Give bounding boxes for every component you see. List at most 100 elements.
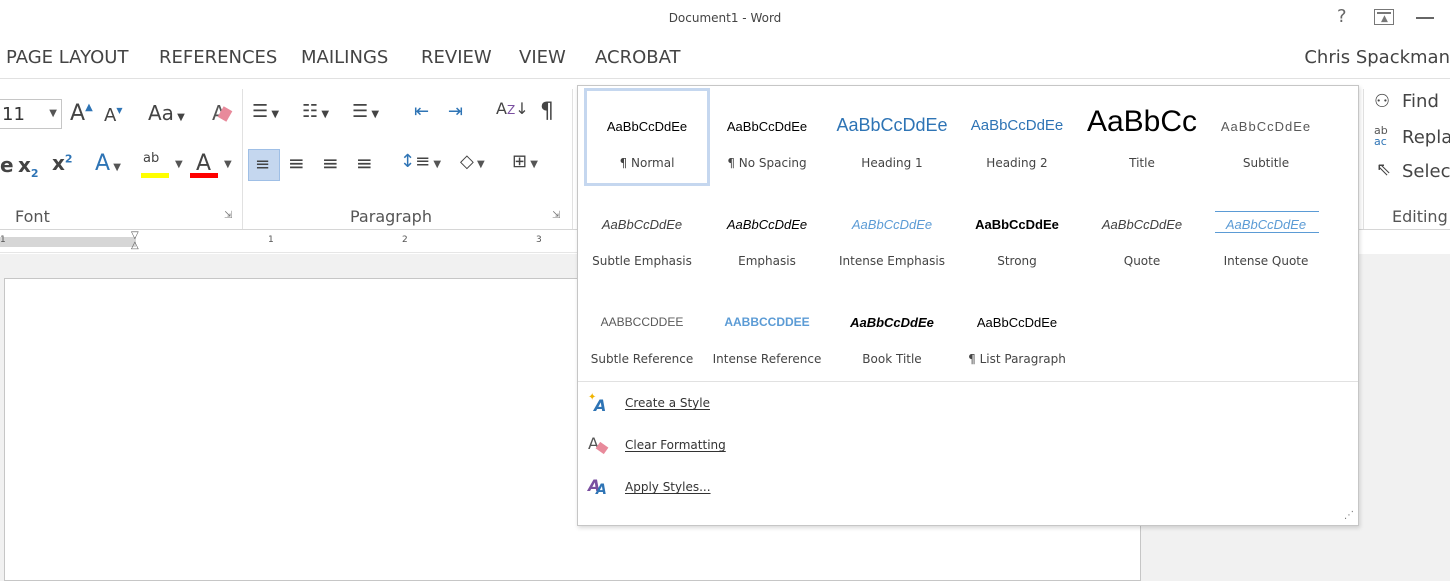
- bullets-icon[interactable]: ☰ ▼: [252, 103, 279, 121]
- style-tile-intense-reference[interactable]: AABBCCDDEE Intense Reference: [704, 287, 830, 385]
- minimize-button[interactable]: [1416, 17, 1434, 19]
- style-tile-subtitle[interactable]: AaBbCcDdEe Subtitle: [1203, 91, 1329, 189]
- replace-button[interactable]: abac Replace: [1372, 125, 1450, 153]
- ribbon-tabs: PAGE LAYOUT REFERENCES MAILINGS REVIEW V…: [0, 40, 1450, 78]
- create-style-icon: ✦ A: [588, 392, 607, 415]
- style-name: ¶ Normal: [619, 156, 675, 170]
- justify-icon[interactable]: ≡: [356, 153, 373, 173]
- line-spacing-icon[interactable]: ↕≡ ▼: [400, 153, 441, 171]
- style-tile-emphasis[interactable]: AaBbCcDdEe Emphasis: [704, 189, 830, 287]
- tab-references[interactable]: REFERENCES: [159, 47, 277, 68]
- text-effects-icon[interactable]: A ▼: [95, 153, 121, 175]
- font-color-swatch: [190, 173, 218, 178]
- style-name: Title: [1129, 156, 1155, 170]
- style-sample: AaBbCcDdEe: [970, 117, 1064, 134]
- style-name: Emphasis: [738, 254, 796, 268]
- show-formatting-icon[interactable]: ¶: [540, 101, 554, 123]
- style-tile-heading-2[interactable]: AaBbCcDdEe Heading 2: [954, 91, 1080, 189]
- multilevel-list-icon[interactable]: ☰ ▼: [352, 103, 379, 121]
- ribbon-display-options-button[interactable]: ▲: [1374, 9, 1394, 25]
- tab-acrobat[interactable]: ACROBAT: [595, 47, 681, 68]
- apply-styles-label: Apply Styles...: [625, 480, 711, 494]
- font-dialog-launcher-icon[interactable]: ⇲: [224, 211, 232, 221]
- select-button[interactable]: ⇖ Select: [1372, 159, 1450, 187]
- font-size-value: 11: [2, 104, 25, 125]
- style-tile-subtle-emphasis[interactable]: AaBbCcDdEe Subtle Emphasis: [579, 189, 705, 287]
- user-name[interactable]: Chris Spackman: [1304, 47, 1450, 68]
- style-tile-book-title[interactable]: AaBbCcDdEe Book Title: [829, 287, 955, 385]
- shrink-font-icon[interactable]: A▼: [104, 107, 122, 125]
- style-tile-strong[interactable]: AaBbCcDdEe Strong: [954, 189, 1080, 287]
- grow-font-icon[interactable]: A▲: [70, 103, 93, 125]
- style-sample: AaBbCcDdEe: [601, 217, 683, 232]
- indent-marker-icon[interactable]: ▽ △: [131, 231, 139, 251]
- create-style-label: Create a Style: [625, 396, 710, 410]
- style-name: ¶ No Spacing: [727, 156, 807, 170]
- style-tile-heading-1[interactable]: AaBbCcDdEe Heading 1: [829, 91, 955, 189]
- style-sample: AaBbCcDdEe: [975, 217, 1059, 232]
- tab-mailings[interactable]: MAILINGS: [301, 47, 388, 68]
- chevron-down-icon: ▼: [173, 112, 185, 123]
- style-name: Intense Quote: [1223, 254, 1309, 268]
- style-sample: AaBbCcDdEe: [836, 115, 948, 135]
- chevron-down-icon: ▼: [224, 159, 232, 170]
- style-tile-subtle-reference[interactable]: AABBCCDDEE Subtle Reference: [579, 287, 705, 385]
- text-highlight-button[interactable]: ab ▼: [141, 149, 189, 181]
- chevron-down-icon: ▼: [175, 159, 183, 170]
- help-button[interactable]: ?: [1337, 6, 1347, 27]
- shading-icon[interactable]: ◇ ▼: [460, 153, 485, 171]
- replace-icon: ab ac: [1374, 124, 1388, 148]
- style-sample: AaBbCcDdEe: [976, 315, 1058, 330]
- style-name: Subtitle: [1242, 156, 1290, 170]
- style-name: Heading 1: [861, 156, 923, 170]
- superscript-icon[interactable]: x2: [52, 153, 73, 173]
- style-tile-intense-emphasis[interactable]: AaBbCcDdEe Intense Emphasis: [829, 189, 955, 287]
- font-color-button[interactable]: A ▼: [190, 149, 238, 181]
- clear-formatting-icon[interactable]: A: [212, 103, 233, 123]
- font-size-box[interactable]: 11 ▼: [0, 99, 62, 129]
- clear-formatting-label: Clear Formatting: [625, 438, 726, 452]
- replace-label: Replace: [1402, 127, 1450, 148]
- tab-page-layout[interactable]: PAGE LAYOUT: [6, 47, 128, 68]
- ruler-margin: [0, 237, 136, 247]
- style-name: Intense Reference: [712, 352, 822, 366]
- styles-gallery-dropdown: AaBbCcDdEe ¶ Normal AaBbCcDdEe ¶ No Spac…: [577, 85, 1359, 526]
- ruler-mark: 2: [402, 235, 408, 245]
- horizontal-ruler[interactable]: 1 1 2 3 ▽ △: [0, 231, 580, 253]
- apply-styles-menu-item[interactable]: A A Apply Styles...: [578, 468, 1358, 508]
- find-button[interactable]: ⚇ Find: [1372, 89, 1450, 117]
- tab-review[interactable]: REVIEW: [421, 47, 492, 68]
- style-name: ¶ List Paragraph: [968, 352, 1066, 366]
- style-sample: AABBCCDDEE: [600, 315, 684, 329]
- align-left-button[interactable]: ≡: [248, 149, 280, 181]
- align-left-icon: ≡: [255, 154, 271, 175]
- sort-icon[interactable]: AZ↓: [496, 101, 529, 117]
- style-sample: AABBCCDDEE: [724, 315, 810, 329]
- borders-icon[interactable]: ⊞ ▼: [512, 153, 538, 171]
- resize-grip-icon[interactable]: ⋰: [1344, 510, 1354, 521]
- increase-indent-icon[interactable]: ⇥: [448, 103, 463, 121]
- decrease-indent-icon[interactable]: ⇤: [414, 103, 429, 121]
- align-center-icon[interactable]: ≡: [288, 153, 305, 173]
- subscript-icon[interactable]: x2: [18, 155, 39, 179]
- window-title: Document1 - Word: [668, 11, 782, 25]
- editing-group-label: Editing: [1392, 207, 1448, 226]
- clear-formatting-menu-item[interactable]: A Clear Formatting: [578, 426, 1358, 466]
- paragraph-dialog-launcher-icon[interactable]: ⇲: [552, 211, 560, 221]
- style-tile-normal[interactable]: AaBbCcDdEe ¶ Normal: [584, 88, 710, 186]
- style-sample: AaBbCc: [1086, 105, 1198, 138]
- change-case-button[interactable]: Aa ▼: [148, 103, 185, 123]
- style-name: Heading 2: [986, 156, 1048, 170]
- style-tile-list-paragraph[interactable]: AaBbCcDdEe ¶ List Paragraph: [954, 287, 1080, 385]
- create-style-menu-item[interactable]: ✦ A Create a Style: [578, 384, 1358, 424]
- align-right-icon[interactable]: ≡: [322, 153, 339, 173]
- tab-view[interactable]: VIEW: [519, 47, 566, 68]
- style-tile-intense-quote[interactable]: AaBbCcDdEe Intense Quote: [1203, 189, 1329, 287]
- strikethrough-icon[interactable]: e: [0, 155, 14, 175]
- binoculars-icon: ⚇: [1374, 91, 1391, 112]
- select-label: Select: [1402, 161, 1450, 182]
- style-tile-no-spacing[interactable]: AaBbCcDdEe ¶ No Spacing: [704, 91, 830, 189]
- style-tile-quote[interactable]: AaBbCcDdEe Quote: [1079, 189, 1205, 287]
- numbering-icon[interactable]: ☷ ▼: [302, 103, 329, 121]
- style-tile-title[interactable]: AaBbCc Title: [1079, 91, 1205, 189]
